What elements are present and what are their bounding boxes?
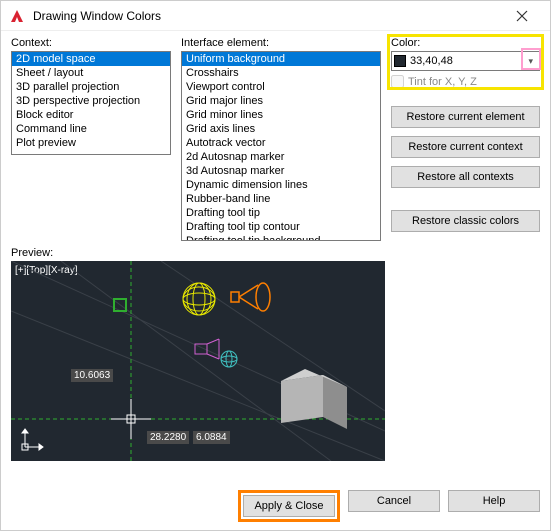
cancel-button[interactable]: Cancel: [348, 490, 440, 512]
cube-icon: [281, 369, 347, 429]
preview-label: Preview:: [11, 247, 540, 259]
close-button[interactable]: [502, 1, 542, 31]
tint-row: Tint for X, Y, Z: [391, 75, 540, 88]
list-item[interactable]: Command line: [12, 122, 170, 136]
autocad-logo-icon: [9, 8, 25, 24]
highlight-orange: Apply & Close: [238, 490, 340, 522]
list-item[interactable]: Autotrack vector: [182, 136, 380, 150]
context-label: Context:: [11, 37, 171, 49]
apply-and-close-button[interactable]: Apply & Close: [243, 495, 335, 517]
restore-classic-colors-button[interactable]: Restore classic colors: [391, 210, 540, 232]
list-item[interactable]: Drafting tool tip: [182, 206, 380, 220]
color-combobox[interactable]: 33,40,48 ▾: [391, 51, 540, 71]
restore-current-element-button[interactable]: Restore current element: [391, 106, 540, 128]
restore-current-context-button[interactable]: Restore current context: [391, 136, 540, 158]
close-icon: [516, 10, 528, 22]
list-item[interactable]: 3D perspective projection: [12, 94, 170, 108]
coordinate-readout: 28.2280: [147, 431, 189, 444]
wire-sphere-icon: [183, 283, 215, 315]
list-item[interactable]: Viewport control: [182, 80, 380, 94]
tint-checkbox: [391, 75, 404, 88]
list-item[interactable]: Uniform background: [182, 52, 380, 66]
camera-icon: [195, 339, 219, 359]
list-item[interactable]: 2d Autosnap marker: [182, 150, 380, 164]
list-item[interactable]: Grid axis lines: [182, 122, 380, 136]
list-item[interactable]: 3d Autosnap marker: [182, 164, 380, 178]
coordinate-readout: 6.0884: [193, 431, 230, 444]
interface-element-listbox[interactable]: Uniform background Crosshairs Viewport c…: [181, 51, 381, 241]
list-item[interactable]: 2D model space: [12, 52, 170, 66]
list-item[interactable]: Crosshairs: [182, 66, 380, 80]
list-item[interactable]: Sheet / layout: [12, 66, 170, 80]
list-item[interactable]: Grid major lines: [182, 94, 380, 108]
dialog-button-bar: Apply & Close Cancel Help: [1, 482, 550, 530]
light-cone-icon: [231, 283, 270, 311]
list-item[interactable]: Drafting tool tip contour: [182, 220, 380, 234]
list-item[interactable]: Block editor: [12, 108, 170, 122]
preview-viewport: [+][Top][X-ray]: [11, 261, 385, 461]
title-bar: Drawing Window Colors: [1, 1, 550, 31]
list-item[interactable]: 3D parallel projection: [12, 80, 170, 94]
list-item[interactable]: Grid minor lines: [182, 108, 380, 122]
help-button[interactable]: Help: [448, 490, 540, 512]
restore-all-contexts-button[interactable]: Restore all contexts: [391, 166, 540, 188]
interface-element-label: Interface element:: [181, 37, 381, 49]
list-item[interactable]: Drafting tool tip background: [182, 234, 380, 241]
color-swatch: [394, 55, 406, 67]
list-item[interactable]: Rubber-band line: [182, 192, 380, 206]
crosshair-icon: [111, 399, 151, 439]
ucs-icon: [22, 429, 43, 450]
list-item[interactable]: Dynamic dimension lines: [182, 178, 380, 192]
wire-sphere-small-icon: [221, 351, 237, 367]
chevron-down-icon: ▾: [524, 56, 537, 67]
coordinate-readout: 10.6063: [71, 369, 113, 382]
context-listbox[interactable]: 2D model space Sheet / layout 3D paralle…: [11, 51, 171, 155]
color-label: Color:: [391, 37, 540, 49]
window-title: Drawing Window Colors: [33, 9, 502, 23]
list-item[interactable]: Plot preview: [12, 136, 170, 150]
tint-label: Tint for X, Y, Z: [408, 76, 477, 88]
color-value: 33,40,48: [410, 55, 524, 67]
